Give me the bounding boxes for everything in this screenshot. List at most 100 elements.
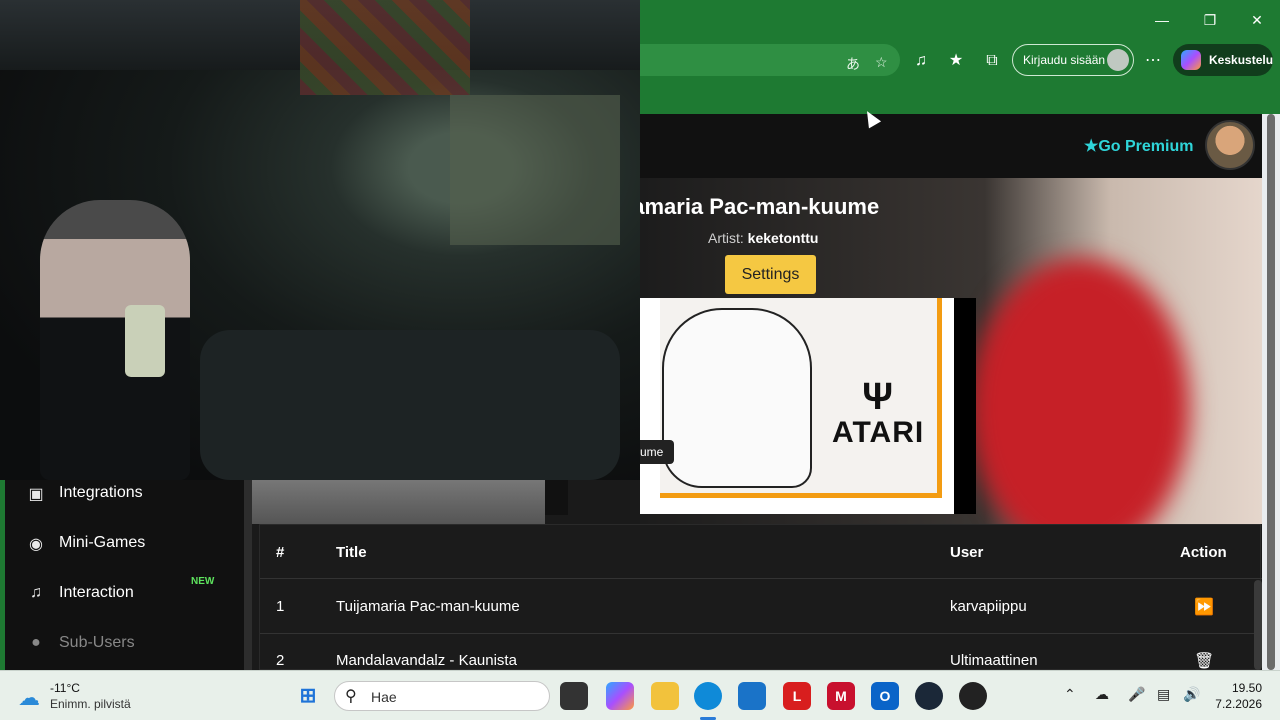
settings-button[interactable]: Settings: [725, 255, 816, 294]
col-user: User: [950, 544, 984, 561]
favorite-star-icon[interactable]: ☆: [875, 54, 888, 71]
music-icon[interactable]: ♫: [910, 50, 932, 72]
sidebar-item-mini-games[interactable]: ◉ Mini-Games: [25, 530, 245, 560]
sidebar-item-sub-users[interactable]: ● Sub-Users: [25, 630, 245, 660]
taskbar: ☁ -11°C Enimm. pilvistä ⊞ ⚲ Hae L M O ⌃ …: [0, 670, 1280, 720]
row-user: Ultimaattinen: [950, 652, 1038, 669]
copilot-icon: [1181, 50, 1201, 70]
gamepad-icon: ◉: [29, 536, 43, 553]
close-icon[interactable]: ✕: [1247, 10, 1267, 30]
art-edge: [954, 298, 976, 514]
page-scrollbar[interactable]: [1267, 114, 1275, 670]
weather-description[interactable]: Enimm. pilvistä: [50, 697, 131, 711]
site-header: ★Go Premium: [640, 114, 1267, 178]
restore-icon[interactable]: ❐: [1200, 10, 1220, 30]
media-strip: [252, 480, 545, 524]
mcafee-icon[interactable]: M: [827, 682, 855, 710]
sidebar-item-label: Interaction: [59, 584, 134, 601]
browser-toolbar: あ ☆ ♫ ★ ⧉ Kirjaudu sisään ⋯ Keskustelu: [640, 40, 1280, 80]
row-title: Tuijamaria Pac-man-kuume: [336, 598, 520, 615]
translate-icon[interactable]: あ: [846, 54, 860, 74]
col-action: Action: [1180, 544, 1227, 561]
album-art: Ψ ATARI: [640, 298, 976, 514]
row-num: 2: [276, 652, 285, 669]
sidebar-item-integrations[interactable]: ▣ Integrations: [25, 480, 245, 510]
row-title: Mandalavandalz - Kaunista: [336, 652, 517, 669]
file-explorer-icon[interactable]: [651, 682, 679, 710]
go-premium-link[interactable]: ★Go Premium: [1084, 136, 1193, 156]
microphone-icon[interactable]: 🎤: [1128, 686, 1145, 703]
obs-icon[interactable]: [959, 682, 987, 710]
copilot-app-icon[interactable]: [606, 682, 634, 710]
queue-table: # Title User Action 1 Tuijamaria Pac-man…: [259, 524, 1262, 688]
table-scrollbar[interactable]: [1254, 580, 1262, 670]
trash-icon[interactable]: 🗑: [1194, 651, 1214, 671]
weather-temperature[interactable]: -11°C: [50, 681, 80, 695]
copilot-label: Keskustelu: [1209, 53, 1274, 67]
clock-date[interactable]: 7.2.2026: [1210, 697, 1262, 711]
new-badge: NEW: [191, 576, 215, 587]
steam-icon[interactable]: [915, 682, 943, 710]
outlook-icon[interactable]: O: [871, 682, 899, 710]
sidebar-item-label: Mini-Games: [59, 534, 146, 551]
minimize-icon[interactable]: —: [1152, 10, 1172, 30]
collections-icon[interactable]: ⧉: [981, 50, 1003, 72]
music-note-icon: ♫: [30, 584, 42, 601]
clock-time[interactable]: 19.50: [1218, 681, 1262, 695]
l-app-icon[interactable]: L: [783, 682, 811, 710]
now-playing-panel: ijamaria Pac-man-kuume Artist: keketontt…: [640, 178, 1267, 524]
browser-titlebar: — ❐ ✕: [640, 0, 1280, 40]
sidebar-item-label: Sub-Users: [59, 634, 135, 651]
table-header: # Title User Action: [260, 525, 1262, 579]
address-bar[interactable]: あ ☆: [640, 44, 900, 76]
signin-button[interactable]: Kirjaudu sisään: [1012, 44, 1134, 76]
search-icon: ⚲: [345, 688, 357, 705]
col-title: Title: [336, 544, 367, 561]
network-icon[interactable]: ▤: [1157, 686, 1170, 703]
atari-wordmark: ATARI: [832, 416, 925, 449]
user-avatar[interactable]: [1205, 120, 1255, 170]
taskbar-search[interactable]: ⚲ Hae: [334, 681, 550, 711]
weather-cloud-icon[interactable]: ☁: [18, 685, 40, 711]
atari-logo: Ψ ATARI: [832, 378, 924, 450]
windows-start-icon[interactable]: ⊞: [294, 682, 322, 710]
search-placeholder: Hae: [371, 689, 397, 705]
more-icon[interactable]: ⋯: [1142, 50, 1164, 72]
table-row: 1 Tuijamaria Pac-man-kuume karvapiippu ⏩: [260, 580, 1262, 634]
sidebar: ▣ Integrations ◉ Mini-Games ♫ Interactio…: [0, 480, 252, 670]
sidebar-scrollbar[interactable]: [244, 480, 252, 670]
ghost-illustration: [662, 308, 812, 488]
signin-label: Kirjaudu sisään: [1023, 53, 1106, 67]
artist-line: Artist: keketonttu: [708, 230, 818, 246]
artist-name: keketonttu: [747, 230, 819, 246]
play-next-icon[interactable]: ⏩: [1194, 597, 1214, 617]
volume-icon[interactable]: 🔊: [1183, 686, 1200, 703]
background-blur: [970, 258, 1190, 524]
media-strip-edge: [545, 480, 568, 515]
integrations-icon: ▣: [28, 486, 44, 503]
album-art-frame: Ψ ATARI: [660, 298, 942, 498]
favorites-icon[interactable]: ★: [945, 50, 967, 72]
profile-avatar-icon: [1107, 49, 1129, 71]
copilot-button[interactable]: Keskustelu: [1173, 44, 1273, 76]
star-icon: ★: [1084, 138, 1099, 155]
webcam-window: [450, 95, 620, 245]
webcam-cup: [125, 305, 165, 377]
row-num: 1: [276, 598, 285, 615]
webcam-person: [40, 200, 190, 480]
webcam-tapestry: [300, 0, 470, 95]
users-icon: ●: [31, 634, 41, 651]
onedrive-icon[interactable]: ☁: [1095, 686, 1109, 703]
edge-icon[interactable]: [694, 682, 722, 710]
col-num: #: [276, 544, 285, 561]
song-title: ijamaria Pac-man-kuume: [640, 194, 880, 219]
artist-label: Artist:: [708, 230, 744, 246]
title-pill: ume: [640, 440, 674, 464]
chevron-up-icon[interactable]: ⌃: [1064, 686, 1076, 703]
premium-label: Go Premium: [1098, 138, 1194, 155]
webcam-sofa: [200, 330, 620, 480]
sidebar-item-label: Integrations: [59, 484, 143, 501]
task-view-icon[interactable]: [560, 682, 588, 710]
webcam-overlay: [0, 0, 640, 480]
store-icon[interactable]: [738, 682, 766, 710]
